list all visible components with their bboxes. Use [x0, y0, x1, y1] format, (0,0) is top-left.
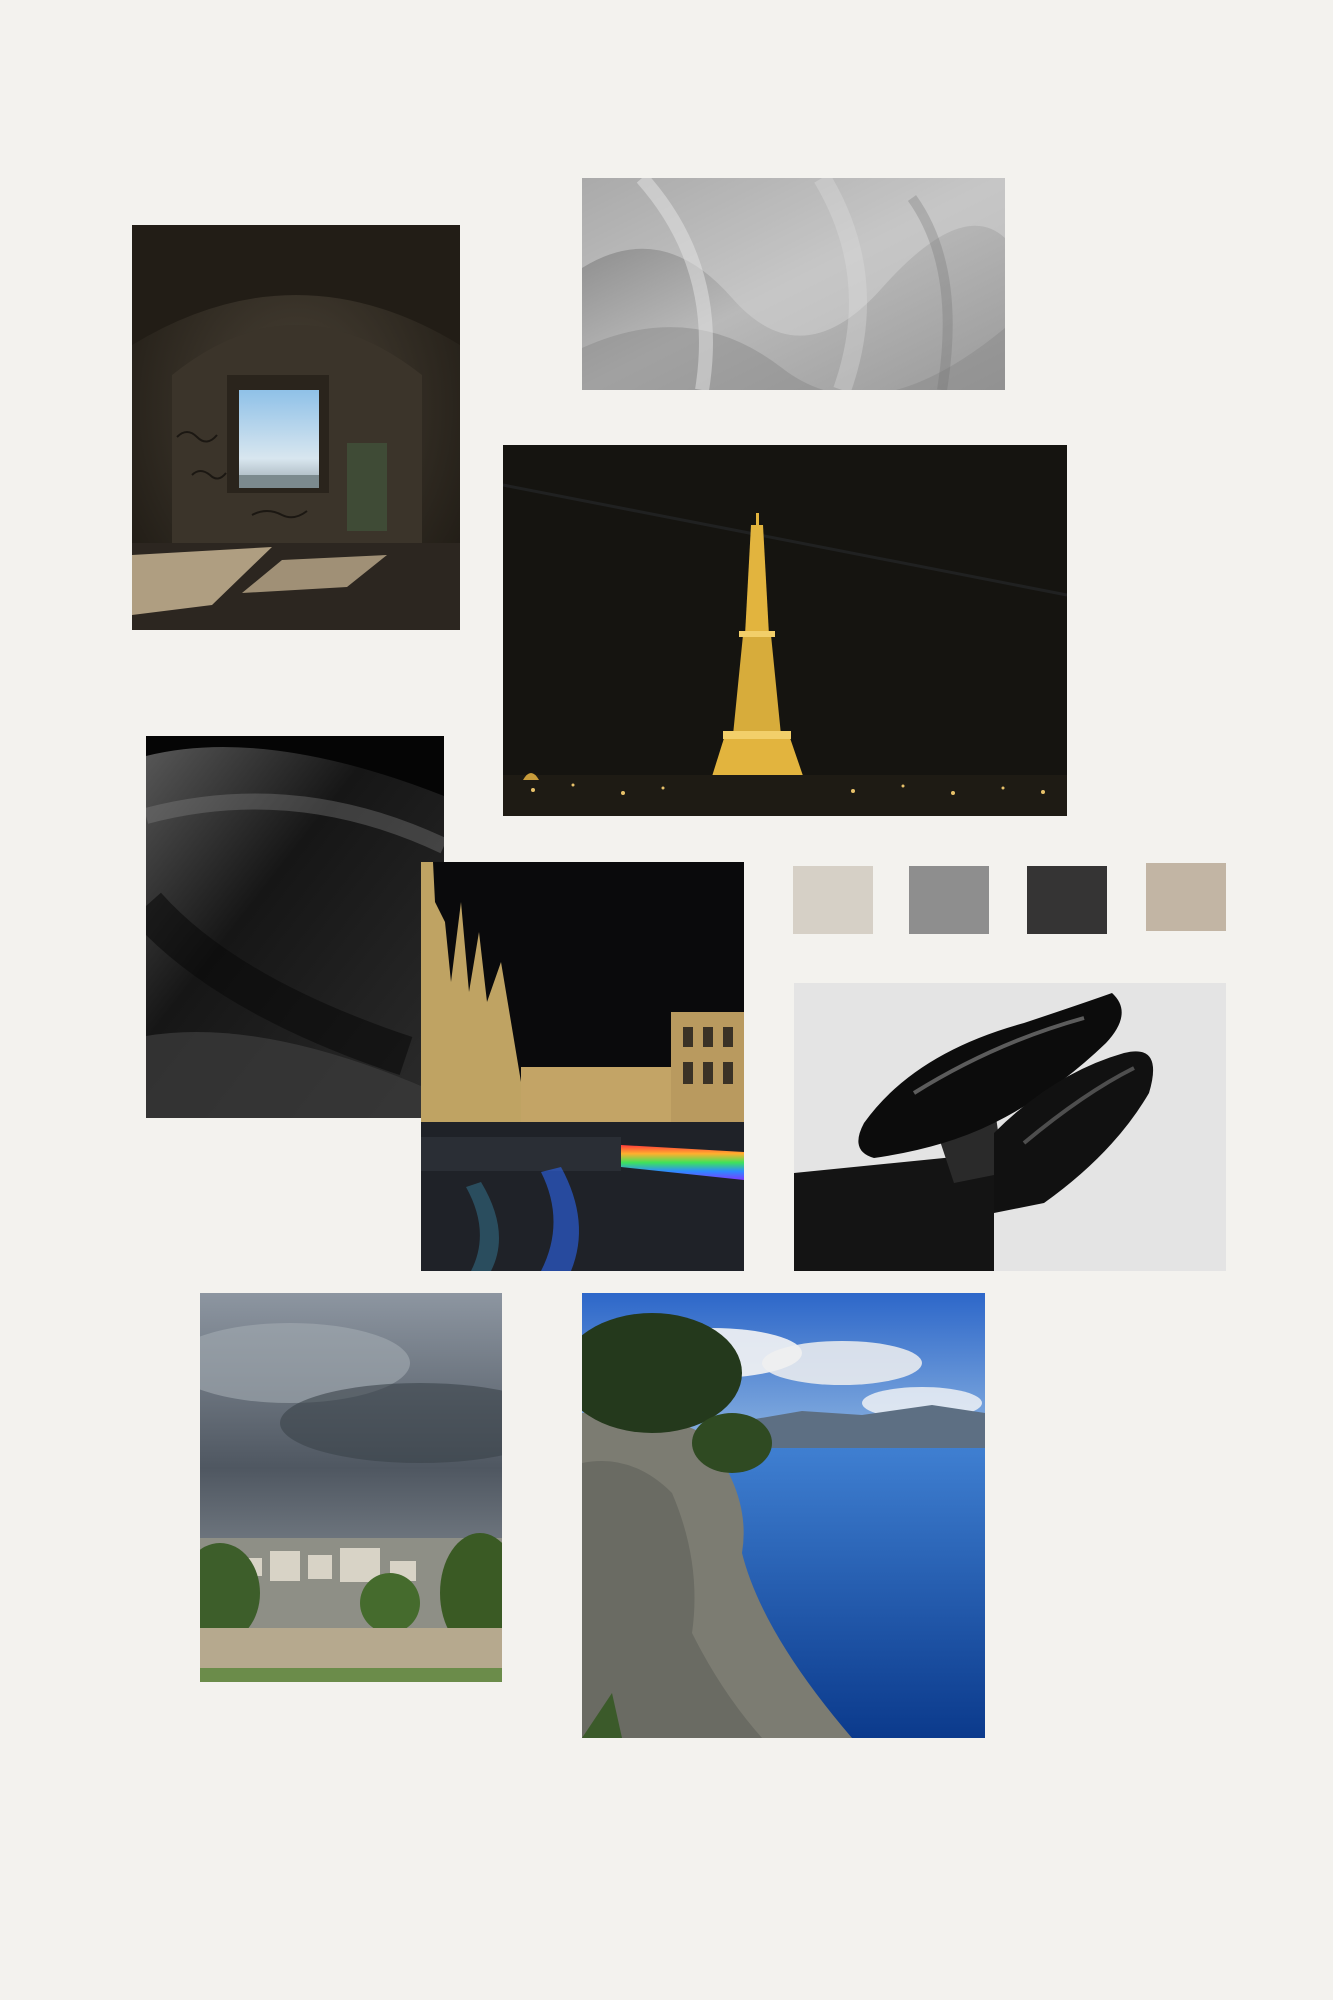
- paris-view-cloudy-sky-photo: [200, 1293, 502, 1682]
- black-fabric-folds-photo: [146, 736, 444, 1118]
- eiffel-tower-night-photo: [503, 445, 1067, 816]
- palette-swatch-grey: [909, 866, 989, 934]
- black-loafers-photo: [794, 983, 1226, 1271]
- stone-archway-window-photo: [132, 225, 460, 630]
- grey-silk-fabric-photo: [582, 178, 1005, 390]
- milan-duomo-night-photo: [421, 862, 744, 1271]
- palette-swatch-taupe: [1146, 863, 1226, 931]
- palette-swatch-beige: [793, 866, 873, 934]
- cliff-and-sea-coast-photo: [582, 1293, 985, 1738]
- palette-swatch-charcoal: [1027, 866, 1107, 934]
